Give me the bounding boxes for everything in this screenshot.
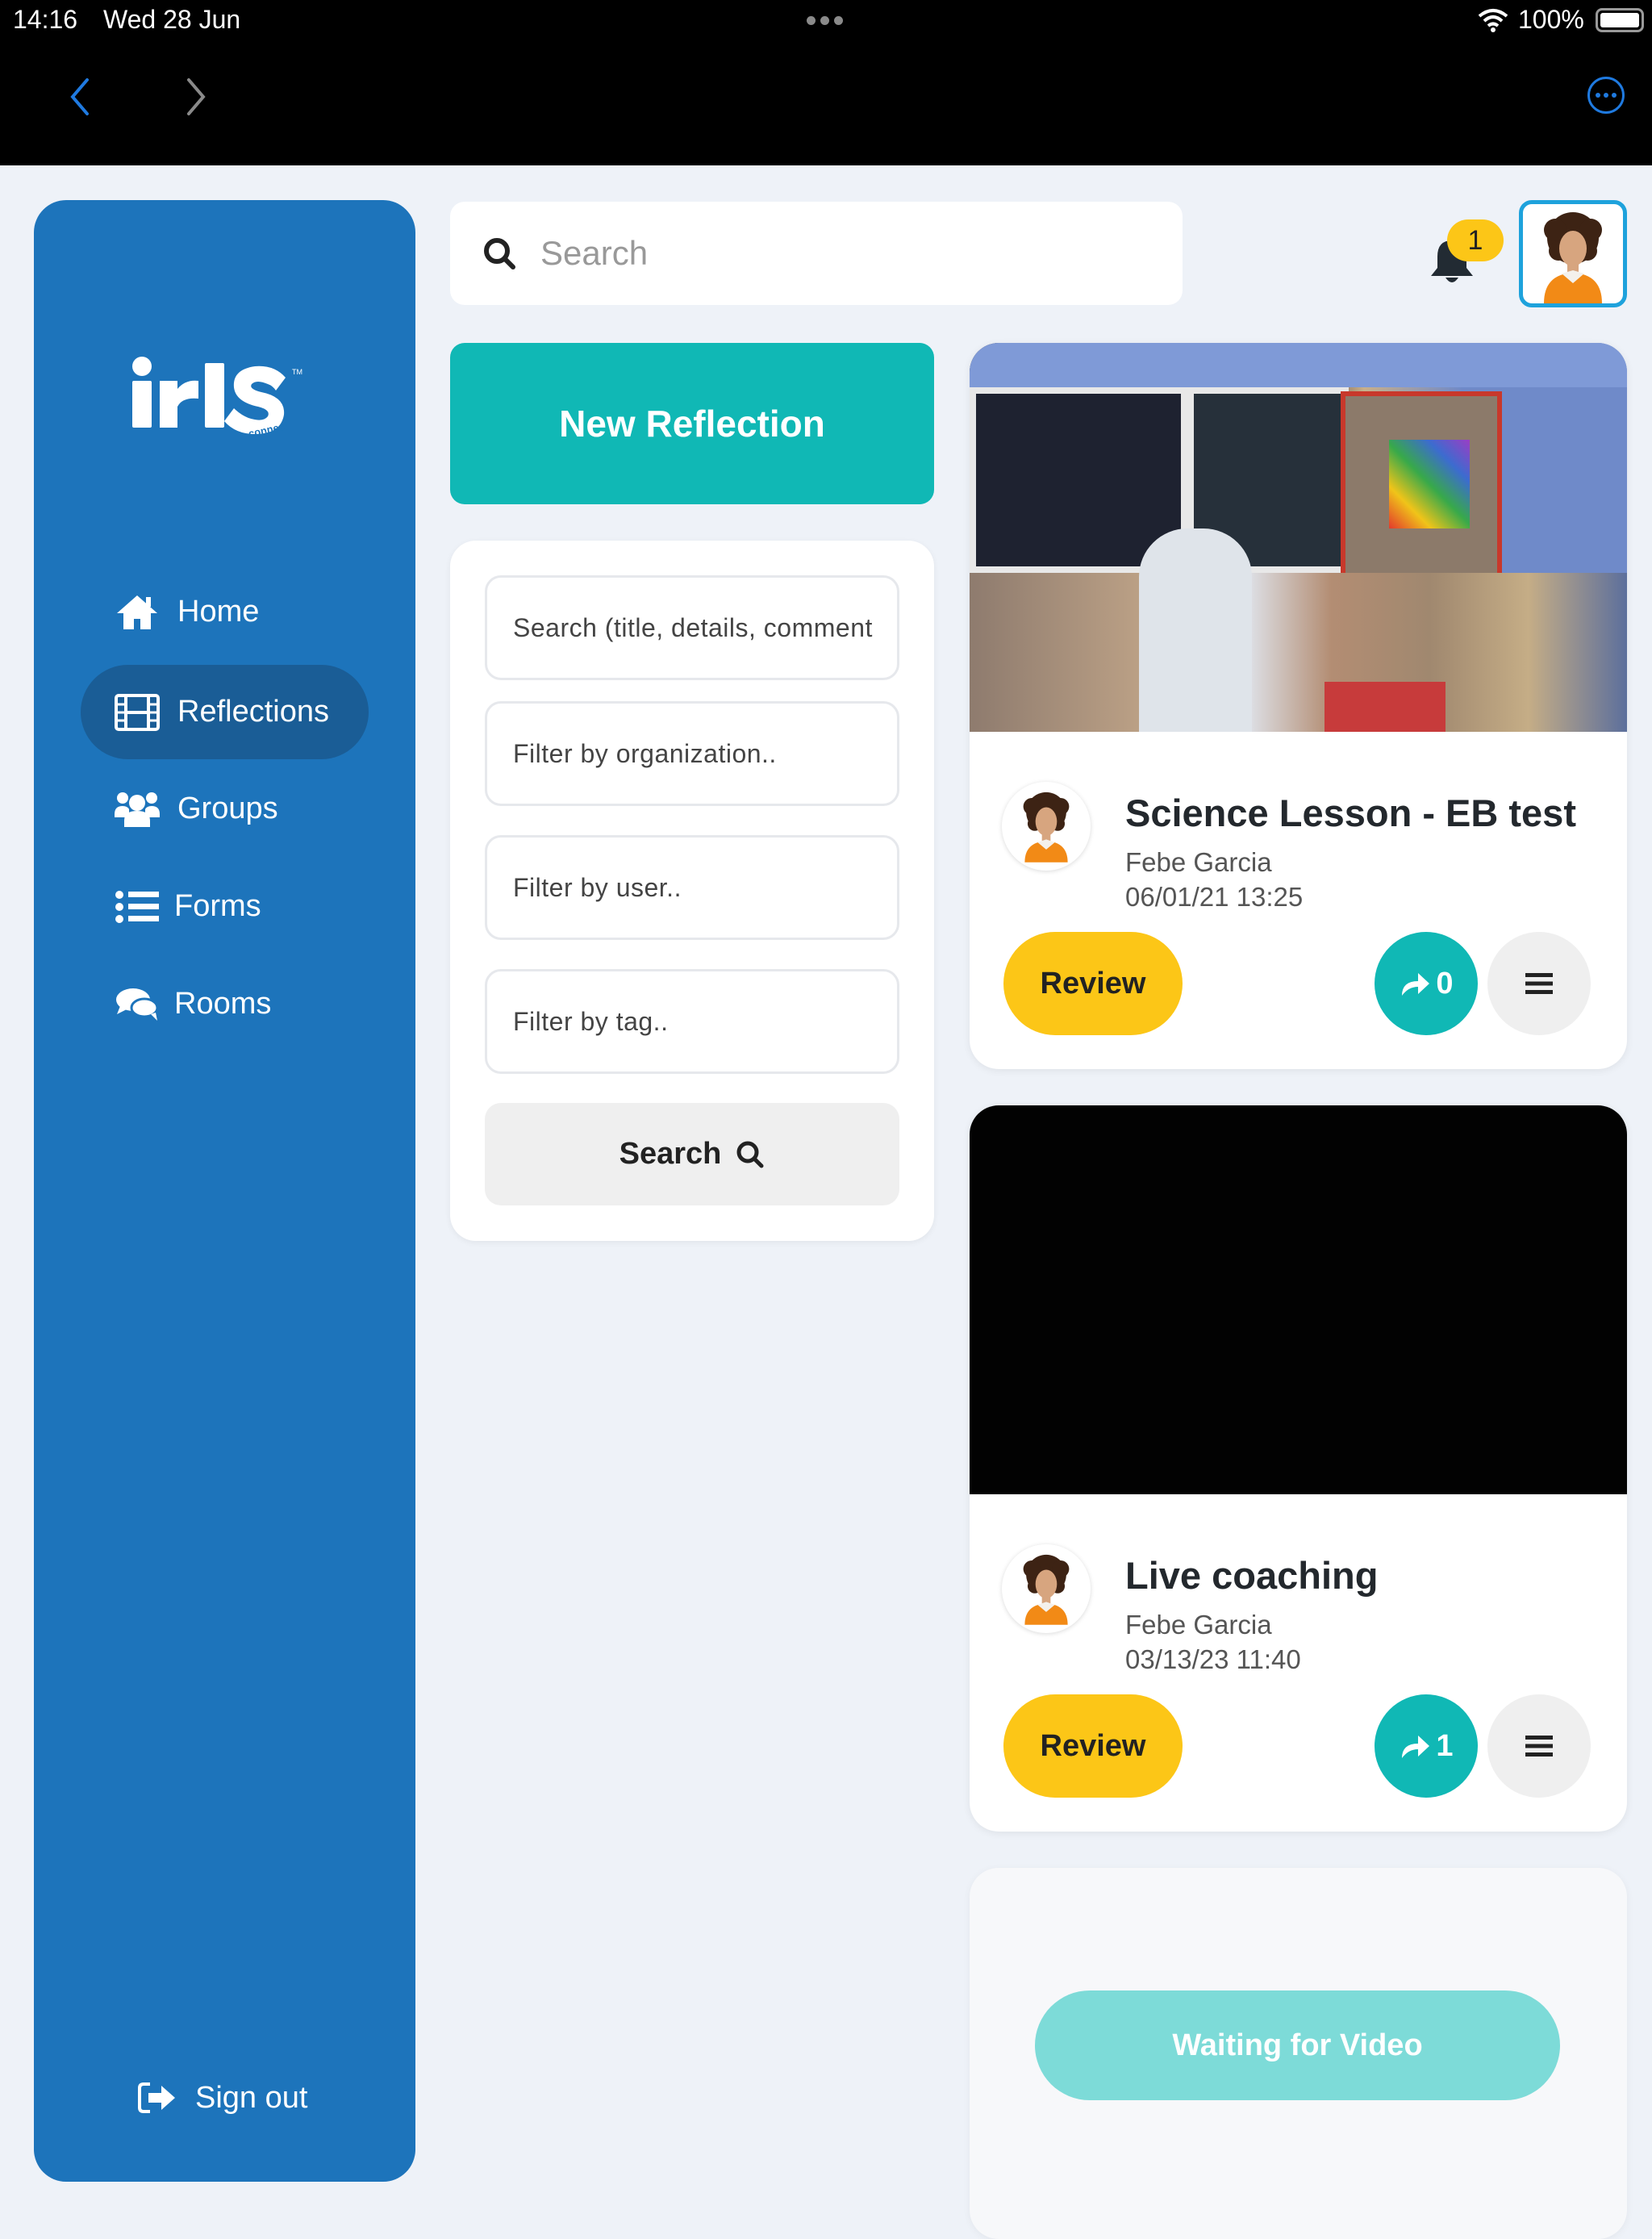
chevron-left-icon[interactable] xyxy=(65,77,97,117)
card-author: Febe Garcia xyxy=(1125,1610,1272,1640)
card-date: 03/13/23 11:40 xyxy=(1125,1644,1301,1674)
card-date: 06/01/21 13:25 xyxy=(1125,882,1304,912)
sign-out-label: Sign out xyxy=(195,2080,308,2115)
card-menu-button[interactable] xyxy=(1487,1694,1591,1798)
sidebar-item-groups[interactable]: Groups xyxy=(81,762,369,856)
card-title[interactable]: Science Lesson - EB test xyxy=(1125,791,1576,835)
card-title[interactable]: Live coaching xyxy=(1125,1553,1378,1598)
multitasking-dots-icon[interactable] xyxy=(807,16,843,25)
sidebar-item-rooms[interactable]: Rooms xyxy=(81,957,369,1051)
share-icon xyxy=(1402,973,1430,996)
global-search-input[interactable] xyxy=(540,234,1105,273)
sidebar-item-forms[interactable]: Forms xyxy=(81,859,369,954)
author-avatar xyxy=(1002,782,1091,871)
share-icon xyxy=(1402,1736,1430,1758)
video-thumbnail-black[interactable] xyxy=(970,1105,1627,1494)
system-top-bar: 14:16 Wed 28 Jun 100% xyxy=(0,0,1652,165)
sidebar-item-home[interactable]: Home xyxy=(81,565,369,659)
sidebar-item-label: Rooms xyxy=(174,987,272,1021)
pending-reflection-card: Waiting for Video xyxy=(970,1868,1627,2239)
sign-out-button[interactable]: Sign out xyxy=(137,2066,307,2130)
hamburger-icon xyxy=(1525,1736,1553,1757)
review-button[interactable]: Review xyxy=(1003,1694,1183,1798)
sidebar-item-label: Groups xyxy=(177,792,278,825)
battery-percentage: 100% xyxy=(1518,5,1584,34)
reflection-card: Live coaching Febe Garcia 03/13/23 11:40… xyxy=(970,1105,1627,1832)
filter-panel: Search xyxy=(450,541,934,1241)
video-thumbnail-classroom[interactable] xyxy=(970,343,1627,732)
filter-search-label: Search xyxy=(619,1137,722,1171)
home-icon xyxy=(115,593,160,632)
new-reflection-button[interactable]: New Reflection xyxy=(450,343,934,504)
status-date: Wed 28 Jun xyxy=(103,5,241,34)
search-icon xyxy=(484,238,515,269)
reflection-search-input[interactable] xyxy=(485,575,899,680)
chevron-right-icon[interactable] xyxy=(179,77,211,117)
svg-text:TM: TM xyxy=(292,368,302,376)
user-avatar-button[interactable] xyxy=(1519,200,1627,307)
sidebar-item-label: Reflections xyxy=(177,695,329,729)
share-count: 0 xyxy=(1436,966,1454,1000)
wifi-icon xyxy=(1478,9,1508,32)
global-search-bar[interactable] xyxy=(450,202,1183,305)
battery-icon xyxy=(1596,8,1644,32)
sign-out-icon xyxy=(138,2082,175,2113)
comments-icon xyxy=(115,985,160,1024)
organization-filter-input[interactable] xyxy=(485,701,899,806)
card-author: Febe Garcia xyxy=(1125,847,1272,877)
waiting-for-video-button: Waiting for Video xyxy=(1035,1990,1560,2100)
filter-search-button[interactable]: Search xyxy=(485,1103,899,1205)
sidebar xyxy=(34,200,415,2182)
share-button[interactable]: 1 xyxy=(1375,1694,1478,1798)
reflection-card: Science Lesson - EB test Febe Garcia 06/… xyxy=(970,343,1627,1069)
sidebar-item-label: Home xyxy=(177,595,260,629)
avatar-icon xyxy=(1544,212,1602,303)
users-icon xyxy=(115,790,160,829)
author-avatar xyxy=(1002,1544,1091,1633)
tag-filter-input[interactable] xyxy=(485,969,899,1074)
search-icon xyxy=(736,1141,764,1168)
share-count: 1 xyxy=(1436,1728,1454,1763)
user-filter-input[interactable] xyxy=(485,835,899,940)
avatar-icon xyxy=(1023,792,1070,863)
status-time: 14:16 xyxy=(13,5,78,34)
hamburger-icon xyxy=(1525,973,1553,994)
iris-connect-logo: connect TM xyxy=(132,357,302,440)
review-button[interactable]: Review xyxy=(1003,932,1183,1035)
share-button[interactable]: 0 xyxy=(1375,932,1478,1035)
film-icon xyxy=(115,693,160,732)
card-menu-button[interactable] xyxy=(1487,932,1591,1035)
ellipsis-circle-icon[interactable] xyxy=(1587,77,1625,114)
sidebar-item-label: Forms xyxy=(174,889,261,923)
list-icon xyxy=(115,888,160,926)
notification-count-badge: 1 xyxy=(1447,219,1504,261)
avatar-icon xyxy=(1023,1554,1070,1625)
sidebar-item-reflections[interactable]: Reflections xyxy=(81,665,369,759)
